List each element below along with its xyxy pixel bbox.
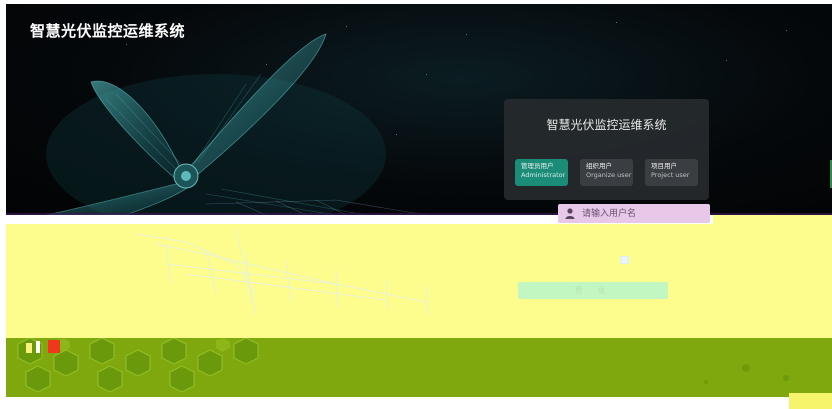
hexagon-pattern [17,338,789,393]
user-icon [565,208,575,219]
yellow-band [6,224,832,338]
tab-administrator-sublabel: Administrator [521,171,566,179]
tab-project-user-label: 项目用户 [651,162,677,170]
footer-hex-band [6,338,832,397]
glitch-mark-red [48,340,60,353]
wireframe-overlay [135,229,429,315]
bottom-strip [6,397,786,409]
tab-organize-user[interactable]: 组织用户 Organize user [580,159,633,186]
app-title: 智慧光伏监控运维系统 [30,22,186,40]
tab-administrator[interactable]: 管理员用户 Administrator [515,159,568,186]
login-page: 智慧光伏监控运维系统 智慧光伏监控运维系统 管理员用户 Administrato… [0,0,832,409]
username-input[interactable] [582,206,702,221]
username-field[interactable] [558,204,710,223]
field-marker [620,256,629,264]
glitch-mark-white [36,341,40,353]
tab-organize-user-sublabel: Organize user [586,171,632,179]
glitch-mark-yellow [26,343,32,353]
login-card: 智慧光伏监控运维系统 管理员用户 Administrator 组织用户 Orga… [504,99,709,200]
tab-project-user[interactable]: 项目用户 Project user [645,159,698,186]
tab-organize-user-label: 组织用户 [586,162,612,170]
tab-project-user-sublabel: Project user [651,171,690,179]
footer-corner-strip [789,393,832,409]
tab-administrator-label: 管理员用户 [521,162,554,170]
login-title: 智慧光伏监控运维系统 [546,118,667,132]
login-button[interactable]: 登 录 [518,282,668,299]
